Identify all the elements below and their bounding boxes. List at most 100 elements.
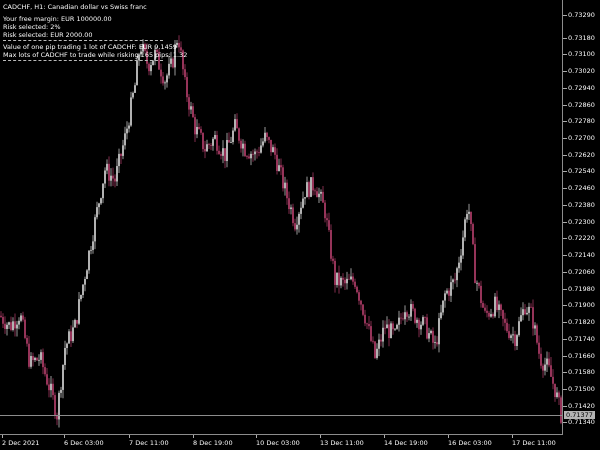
bear-candle	[252, 153, 254, 155]
bear-candle	[492, 314, 494, 317]
bull-candle	[78, 299, 80, 324]
time-axis-tick	[384, 435, 385, 438]
bear-candle	[188, 97, 190, 110]
bull-candle	[462, 237, 464, 256]
bear-candle	[114, 178, 116, 182]
bull-candle	[456, 268, 458, 281]
bull-candle	[222, 148, 224, 156]
bull-candle	[386, 324, 388, 329]
bull-candle	[272, 147, 274, 153]
time-axis-label: 6 Dec 03:00	[64, 439, 104, 447]
price-axis[interactable]: 0.73290 0.73180 0.73100 0.73020 0.72940 0.728…	[563, 0, 600, 435]
bull-candle	[104, 170, 106, 184]
bull-candle	[126, 128, 128, 134]
bear-candle	[370, 326, 372, 341]
bull-candle	[516, 335, 518, 346]
bear-candle	[362, 304, 364, 315]
bull-candle	[528, 306, 530, 313]
bull-candle	[84, 279, 86, 285]
bull-candle	[378, 339, 380, 349]
bear-candle	[236, 119, 238, 129]
bear-candle	[482, 303, 484, 308]
bear-candle	[552, 376, 554, 384]
price-axis-label: 0.72380	[568, 200, 595, 209]
price-axis-label: 0.73180	[568, 33, 595, 42]
bull-candle	[396, 324, 398, 329]
bear-candle	[228, 140, 230, 143]
price-axis-tick	[563, 238, 567, 240]
time-axis-tick	[320, 435, 321, 438]
bull-candle	[80, 294, 82, 300]
price-axis-label: 0.72060	[568, 267, 595, 276]
bull-candle	[88, 250, 90, 271]
bull-candle	[242, 143, 244, 149]
bull-candle	[408, 316, 410, 318]
price-axis-tick	[563, 71, 567, 73]
price-axis-tick	[563, 271, 567, 273]
time-axis-label: 8 Dec 19:00	[193, 439, 233, 447]
bear-candle	[334, 260, 336, 285]
bull-candle	[90, 249, 92, 251]
bear-candle	[56, 415, 58, 420]
price-axis-label: 0.72140	[568, 251, 595, 260]
bear-candle	[368, 323, 370, 327]
bear-candle	[470, 211, 472, 225]
bear-candle	[374, 341, 376, 358]
bull-candle	[278, 165, 280, 171]
time-axis-label: 13 Dec 11:00	[320, 439, 364, 447]
bull-candle	[438, 318, 440, 345]
bull-candle	[300, 207, 302, 214]
bear-candle	[178, 42, 180, 48]
candlestick-series	[0, 35, 562, 428]
bear-candle	[532, 307, 534, 329]
bull-candle	[420, 324, 422, 330]
bear-candle	[162, 76, 164, 84]
bull-candle	[518, 321, 520, 336]
bull-candle	[284, 182, 286, 189]
bull-candle	[404, 312, 406, 320]
bear-candle	[316, 191, 318, 198]
price-axis-tick	[563, 154, 567, 156]
bear-candle	[424, 317, 426, 318]
price-axis-tick	[563, 305, 567, 307]
bear-candle	[356, 286, 358, 293]
price-axis-tick	[563, 422, 567, 424]
price-axis-tick	[563, 14, 567, 16]
bull-candle	[450, 282, 452, 296]
bull-candle	[128, 125, 130, 129]
bear-candle	[388, 324, 390, 339]
max-lots-text: Max lots of CADCHF to trade while riskin…	[3, 51, 188, 59]
bull-candle	[130, 97, 132, 126]
bear-candle	[160, 69, 162, 77]
bear-candle	[184, 69, 186, 78]
bear-candle	[506, 322, 508, 332]
bull-candle	[232, 130, 234, 143]
bear-candle	[504, 318, 506, 323]
chart-title: CADCHF, H1: Canadian dollar vs Swiss fra…	[3, 3, 147, 11]
bull-candle	[190, 106, 192, 110]
price-axis-label: 0.72540	[568, 167, 595, 176]
bull-candle	[226, 140, 228, 162]
bull-candle	[214, 134, 216, 139]
chart-area[interactable]: CADCHF, H1: Canadian dollar vs Swiss fra…	[0, 0, 563, 435]
bear-candle	[208, 144, 210, 146]
bear-candle	[22, 315, 24, 320]
time-axis[interactable]: 2 Dec 2021 6 Dec 03:00 7 Dec 11:00 8 Dec 19…	[0, 435, 563, 450]
time-axis-label: 17 Dec 11:00	[512, 439, 556, 447]
bear-candle	[224, 148, 226, 162]
bull-candle	[20, 315, 22, 321]
bull-candle	[428, 333, 430, 339]
price-axis-label: 0.71340	[568, 418, 595, 427]
bear-candle	[432, 330, 434, 343]
bull-candle	[394, 328, 396, 330]
bear-candle	[44, 367, 46, 375]
bear-candle	[258, 152, 260, 153]
bull-candle	[30, 356, 32, 367]
bear-candle	[488, 312, 490, 317]
bull-candle	[118, 153, 120, 167]
bear-candle	[412, 304, 414, 309]
bear-candle	[418, 319, 420, 330]
bull-candle	[66, 343, 68, 348]
bear-candle	[54, 395, 56, 416]
risk-percent-text: Risk selected: 2%	[3, 23, 61, 31]
